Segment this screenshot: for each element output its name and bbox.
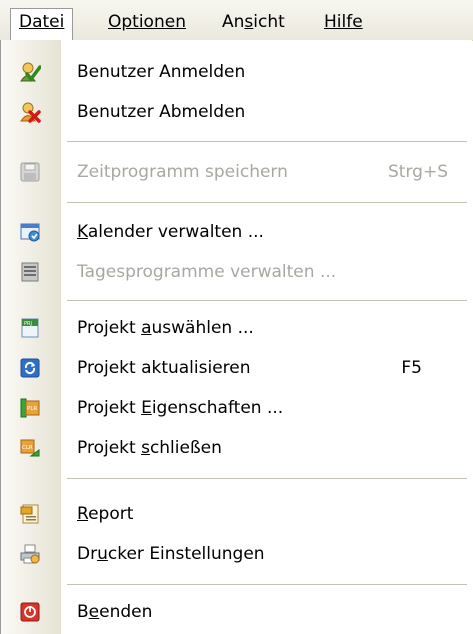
menu-separator <box>67 141 467 142</box>
menu-bar: Datei Optionen Ansicht Hilfe <box>0 0 473 41</box>
datei-dropdown: Benutzer Anmelden Benutzer Abmelden Zeit… <box>0 40 472 634</box>
project-close-icon: CLR <box>20 439 40 457</box>
menu-item-projekt-aktualisieren[interactable]: Projekt aktualisieren F5 <box>1 348 472 388</box>
menu-optionen[interactable]: Optionen <box>100 9 194 37</box>
menu-datei[interactable]: Datei <box>10 8 74 41</box>
menu-item-zeitprogramm-speichern[interactable]: Zeitprogramm speichern Strg+S <box>1 152 472 192</box>
save-icon <box>20 162 40 182</box>
menu-item-benutzer-anmelden[interactable]: Benutzer Anmelden <box>1 52 472 92</box>
menu-item-drucker-einstellungen[interactable]: Drucker Einstellungen <box>1 534 472 574</box>
menu-separator <box>67 300 467 301</box>
menu-ansicht[interactable]: Ansicht <box>214 9 293 37</box>
svg-text:PLR: PLR <box>27 406 37 412</box>
user-remove-icon <box>20 102 41 123</box>
project-select-icon: PRJ <box>21 318 39 338</box>
calendar-icon <box>20 223 40 242</box>
menu-item-tagesprogramme-verwalten[interactable]: Tagesprogramme verwalten ... <box>1 252 472 292</box>
menu-item-report[interactable]: Report <box>1 494 472 534</box>
menu-item-projekt-schliessen[interactable]: CLR Projekt schließen <box>1 428 472 468</box>
menu-item-projekt-auswaehlen[interactable]: PRJ Projekt auswählen ... <box>1 308 472 348</box>
menu-item-kalender-verwalten[interactable]: Kalender verwalten ... <box>1 212 472 252</box>
svg-text:CLR: CLR <box>22 445 33 451</box>
menu-separator <box>67 584 467 585</box>
svg-text:PRJ: PRJ <box>24 321 32 327</box>
menu-item-benutzer-abmelden[interactable]: Benutzer Abmelden <box>1 92 472 132</box>
menu-separator <box>67 202 467 203</box>
menu-item-projekt-eigenschaften[interactable]: PLR Projekt Eigenschaften ... <box>1 388 472 428</box>
exit-icon <box>20 602 40 622</box>
report-icon <box>20 504 39 524</box>
menu-hilfe[interactable]: Hilfe <box>316 9 371 37</box>
user-check-icon <box>20 62 41 82</box>
project-properties-icon: PLR <box>20 398 40 418</box>
refresh-icon <box>20 358 40 378</box>
printer-icon <box>20 544 40 564</box>
menu-separator <box>67 478 467 479</box>
daily-program-icon <box>21 262 39 282</box>
menu-item-beenden[interactable]: Beenden <box>1 592 472 632</box>
